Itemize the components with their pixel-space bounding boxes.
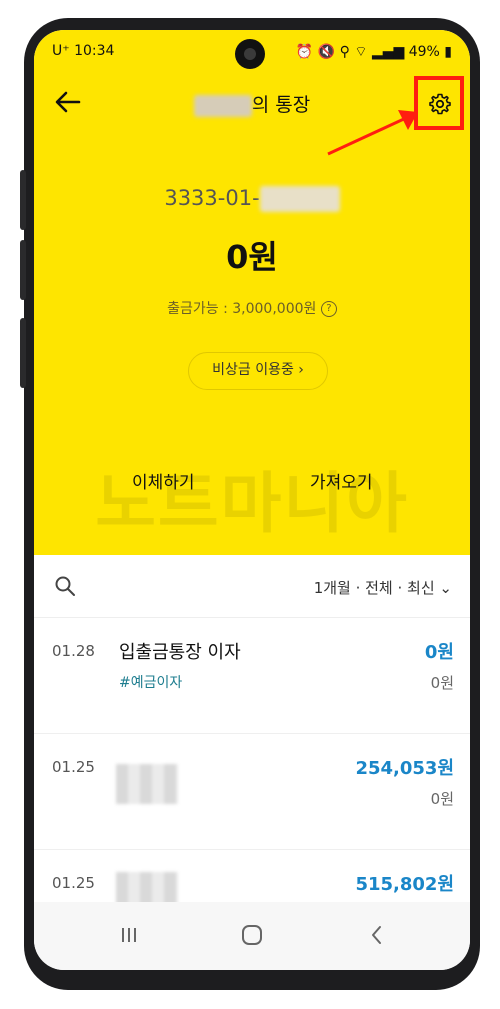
carrier-label: U⁺ [52, 43, 70, 59]
system-navigation-bar [34, 902, 470, 970]
redacted-account-digits [259, 186, 340, 212]
home-icon[interactable] [237, 920, 267, 950]
transaction-date: 01.25 [52, 874, 95, 892]
transaction-amount: 254,053원 [355, 758, 454, 779]
transaction-balance: 0원 [430, 790, 454, 808]
transaction-row[interactable]: 01.25 254,053원 0원 [34, 734, 470, 850]
filter-dropdown[interactable]: 1개월 · 전체 · 최신 ⌄ [314, 577, 452, 598]
transaction-tag[interactable]: #예금이자 [119, 672, 182, 692]
power-button [20, 318, 26, 388]
transaction-amount: 515,802원 [355, 874, 454, 895]
help-icon[interactable]: ? [320, 301, 337, 317]
chevron-down-icon: ⌄ [439, 579, 452, 597]
status-right: ⏰ 🔇 ⚲ ⌔ ▂▄▆ 49% ▮ [296, 43, 452, 61]
list-toolbar: 1개월 · 전체 · 최신 ⌄ [34, 555, 470, 618]
status-time: 10:34 [74, 43, 115, 59]
phone-screen: U⁺ 10:34 ⏰ 🔇 ⚲ ⌔ ▂▄▆ 49% ▮ 의 통장 3333-01-… [34, 30, 470, 970]
wifi-icon: ⌔ [354, 44, 368, 60]
settings-highlight [414, 76, 464, 130]
volume-button [20, 170, 26, 230]
signal-icon: ▂▄▆ [371, 44, 405, 60]
location-icon: ⚲ [339, 44, 350, 60]
transaction-row[interactable]: 01.28 입출금통장 이자 #예금이자 0원 0원 [34, 618, 470, 734]
gear-icon[interactable] [428, 92, 452, 116]
account-number-prefix: 3333-01- [164, 186, 260, 210]
account-number: 3333-01- [34, 186, 470, 212]
emergency-fund-button[interactable]: 비상금 이용중 › [188, 352, 328, 390]
transaction-name: 입출금통장 이자 [119, 642, 241, 663]
battery-percent: 49% [408, 44, 440, 60]
available-amount-text: 출금가능 : 3,000,000원 [167, 301, 317, 317]
transaction-date: 01.25 [52, 758, 95, 776]
recent-apps-icon[interactable] [114, 920, 144, 950]
account-balance: 0원 [226, 238, 278, 276]
watermark: 노트마니아 [95, 465, 409, 542]
alarm-icon: ⏰ [295, 44, 314, 60]
mute-icon: 🔇 [317, 44, 336, 60]
battery-icon: ▮ [444, 44, 452, 60]
import-button[interactable]: 가져오기 [310, 468, 373, 493]
filter-label: 1개월 · 전체 · 최신 [313, 579, 435, 597]
available-amount: 출금가능 : 3,000,000원 ? [34, 298, 470, 318]
back-nav-icon[interactable] [362, 920, 392, 950]
title-suffix: 의 통장 [251, 94, 311, 116]
transaction-balance: 0원 [430, 674, 454, 692]
transfer-button[interactable]: 이체하기 [132, 468, 195, 493]
front-camera [235, 39, 265, 69]
search-icon[interactable] [54, 575, 76, 597]
redacted-account-name [193, 94, 252, 117]
transaction-date: 01.28 [52, 642, 95, 660]
status-left: U⁺ 10:34 [52, 43, 114, 59]
transaction-amount: 0원 [424, 642, 454, 663]
redacted-transaction-name [116, 764, 178, 804]
volume-down-button [20, 240, 26, 300]
